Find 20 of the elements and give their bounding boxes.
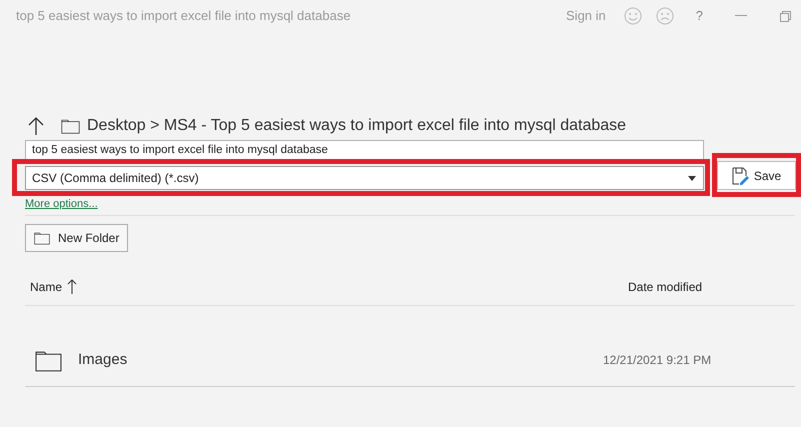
folder-icon xyxy=(34,231,50,245)
new-folder-button[interactable]: New Folder xyxy=(25,224,128,252)
window-title: top 5 easiest ways to import excel file into mysql database xyxy=(16,7,351,26)
column-header[interactable]: Date modified xyxy=(628,278,702,296)
dropdown-caret-icon xyxy=(688,176,696,181)
smiley-icon[interactable] xyxy=(624,7,642,25)
restore-icon[interactable] xyxy=(780,10,791,22)
save-button[interactable]: Save xyxy=(717,161,796,190)
file-type-dropdown[interactable]: CSV (Comma delimited) (*.csv) xyxy=(25,166,704,190)
save-icon xyxy=(732,166,750,184)
minimize-icon[interactable] xyxy=(735,15,747,17)
up-arrow-icon[interactable] xyxy=(28,116,44,136)
frown-icon[interactable] xyxy=(656,7,674,25)
file-name[interactable]: Images xyxy=(78,348,603,372)
folder-icon xyxy=(61,118,80,134)
date-modified: 12/21/2021 9:21 PM xyxy=(603,352,712,369)
column-header[interactable]: Name xyxy=(30,278,62,296)
folder-icon xyxy=(35,348,62,372)
breadcrumb-path[interactable]: Desktop > MS4 - Top 5 easiest ways to import excel file into mysql database xyxy=(87,114,626,138)
more-options-link[interactable]: More options... xyxy=(25,198,98,211)
